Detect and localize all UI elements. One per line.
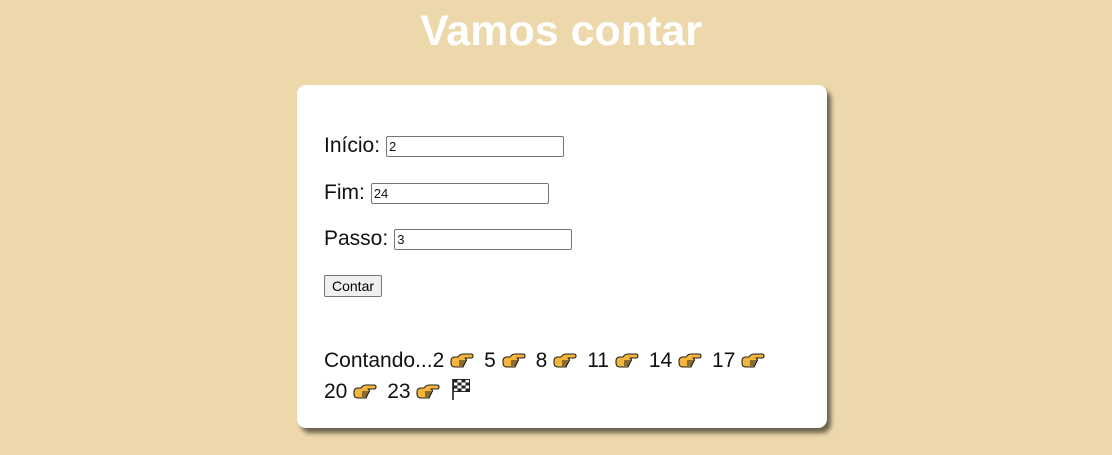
count-item: 8 — [536, 345, 580, 376]
contar-button[interactable]: Contar — [324, 275, 383, 297]
count-item: 23 — [387, 376, 442, 407]
count-result: Contando...2 5 8 11 14 17 20 23 — [324, 345, 804, 407]
pointing-hand-icon — [353, 379, 377, 399]
page-title: Vamos contar — [420, 7, 702, 55]
counter-card: Início: Fim: Passo: Contar Contando...2 … — [297, 85, 827, 428]
count-number: 23 — [387, 380, 411, 403]
count-number: 17 — [712, 349, 736, 372]
pointing-hand-icon — [416, 379, 440, 399]
pointing-hand-icon — [553, 348, 577, 368]
count-number: 8 — [535, 349, 548, 372]
pointing-hand-icon — [615, 348, 639, 368]
count-number: 11 — [587, 349, 609, 372]
count-item: 5 — [484, 345, 528, 376]
fim-label: Fim: — [324, 181, 365, 204]
fim-row: Fim: — [324, 181, 549, 205]
count-item: 11 — [587, 345, 641, 376]
pointing-hand-icon — [678, 348, 702, 368]
pointing-hand-icon — [502, 348, 526, 368]
count-number: 20 — [324, 380, 348, 403]
result-prefix: Contando... — [324, 349, 433, 372]
count-number: 5 — [484, 349, 496, 372]
fim-input[interactable] — [370, 182, 549, 204]
count-number: 14 — [648, 349, 673, 372]
inicio-row: Início: — [324, 134, 565, 158]
count-item: 2 — [433, 345, 477, 376]
passo-input[interactable] — [394, 228, 573, 250]
pointing-hand-icon — [741, 348, 765, 368]
inicio-input[interactable] — [386, 135, 565, 157]
count-item: 17 — [712, 345, 767, 376]
inicio-label: Início: — [324, 134, 381, 157]
count-number: 2 — [432, 349, 445, 372]
passo-row: Passo: — [324, 227, 573, 251]
count-item: 20 — [324, 376, 379, 407]
pointing-hand-icon — [450, 348, 474, 368]
checkered-flag-icon — [450, 377, 472, 401]
passo-label: Passo: — [324, 227, 389, 250]
count-item: 14 — [649, 345, 704, 376]
